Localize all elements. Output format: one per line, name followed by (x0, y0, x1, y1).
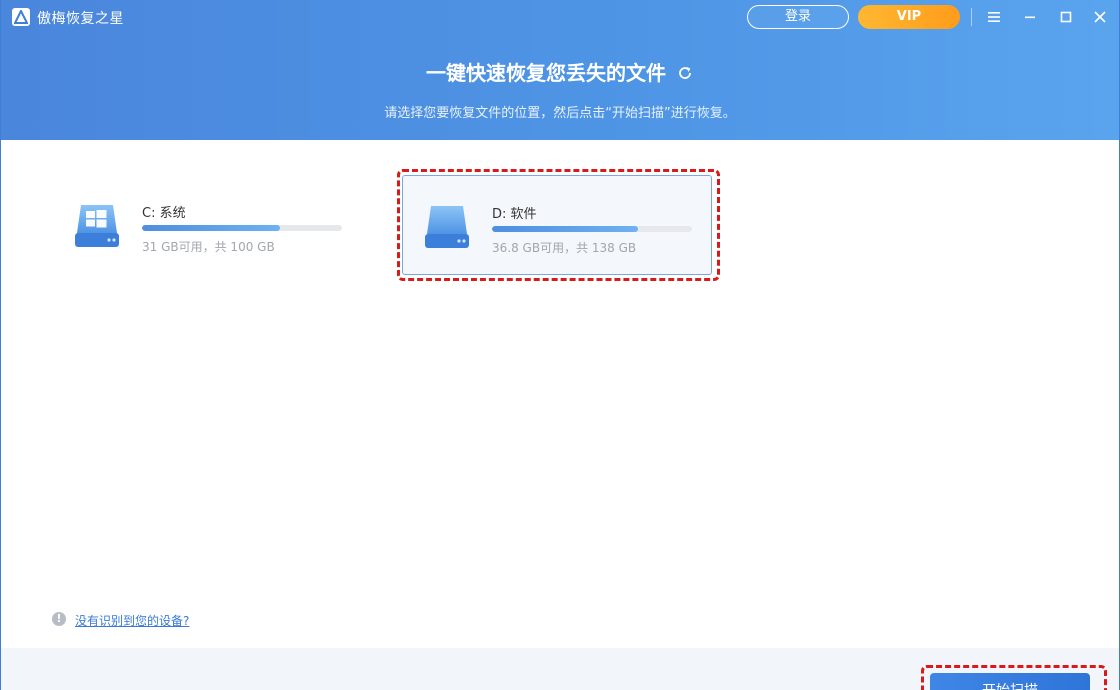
page-title-text: 一键快速恢复您丢失的文件 (426, 61, 666, 85)
start-scan-button[interactable]: 开始扫描 (930, 673, 1090, 690)
windows-drive-icon (73, 203, 121, 249)
page-title: 一键快速恢复您丢失的文件 (1, 57, 1119, 86)
header-banner: 傲梅恢复之星 登录 VIP 一键快速恢复您丢失的文件 请选择您要恢复文件的位置，… (1, 0, 1119, 140)
drive-name: C: 系统 (142, 206, 186, 221)
selection-highlight (397, 169, 720, 281)
refresh-icon[interactable] (676, 63, 694, 81)
page-subtitle: 请选择您要恢复文件的位置，然后点击“开始扫描”进行恢复。 (384, 106, 736, 121)
minimize-icon[interactable] (1019, 6, 1041, 28)
maximize-icon[interactable] (1055, 6, 1077, 28)
app-title: 傲梅恢复之星 (37, 11, 124, 27)
close-icon[interactable] (1089, 6, 1111, 28)
titlebar: 傲梅恢复之星 登录 VIP (1, 0, 1119, 34)
vip-button[interactable]: VIP (858, 5, 960, 29)
drive-usage-text: 31 GB可用，共 100 GB (142, 240, 275, 254)
menu-icon[interactable] (983, 6, 1005, 28)
app-logo-icon (12, 8, 30, 26)
exclamation-icon: ! (52, 612, 66, 626)
drive-card-c[interactable]: C: 系统 31 GB可用，共 100 GB (53, 175, 363, 275)
device-not-found-link[interactable]: 没有识别到您的设备? (75, 612, 189, 629)
login-button[interactable]: 登录 (747, 5, 849, 29)
drive-usage-bar (142, 225, 342, 231)
drive-usage-bar-fill (142, 225, 280, 231)
titlebar-divider (971, 8, 972, 26)
